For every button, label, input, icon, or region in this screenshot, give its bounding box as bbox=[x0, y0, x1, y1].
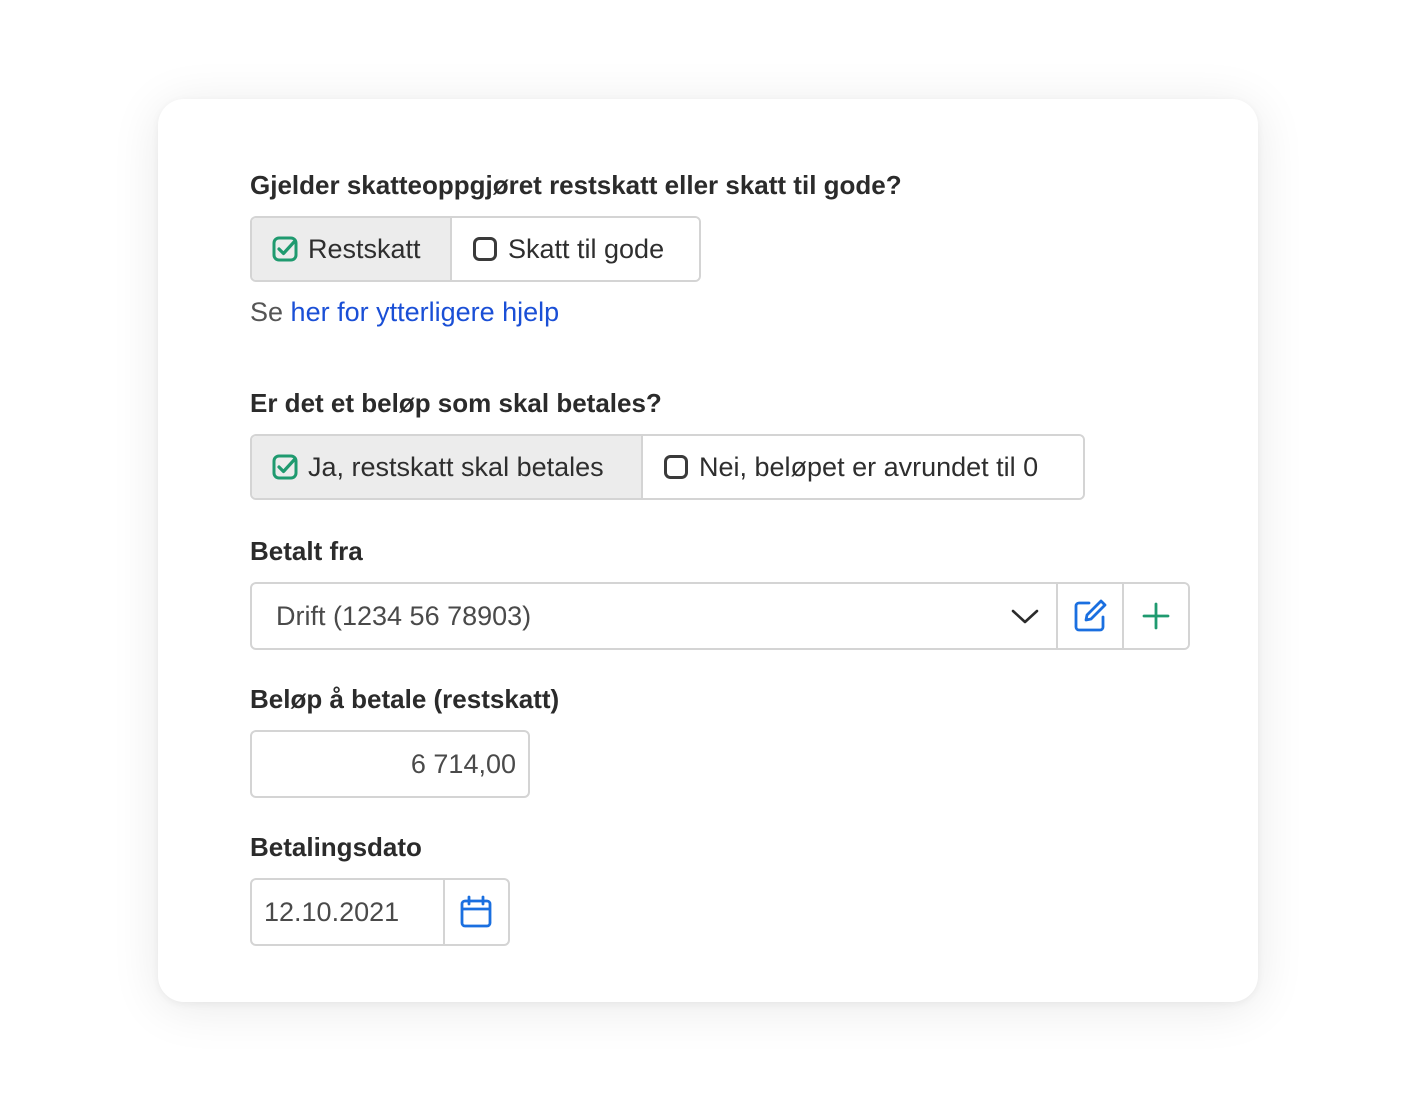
paid-from-label: Betalt fra bbox=[250, 536, 363, 566]
amount-input[interactable]: 6 714,00 bbox=[250, 730, 530, 798]
add-account-button[interactable] bbox=[1122, 584, 1188, 648]
account-select[interactable]: Drift (1234 56 78903) bbox=[252, 584, 1056, 648]
checkbox-checked-icon bbox=[272, 236, 298, 262]
help-text: Se her for ytterligere hjelp bbox=[250, 297, 559, 328]
amount-value: 6 714,00 bbox=[410, 748, 516, 779]
calendar-icon bbox=[459, 895, 493, 929]
checkbox-checked-icon bbox=[272, 454, 298, 480]
tax-type-question: Gjelder skatteoppgjøret restskatt eller … bbox=[250, 170, 902, 200]
help-prefix: Se bbox=[250, 297, 284, 327]
option-restskatt[interactable]: Restskatt bbox=[252, 218, 450, 280]
edit-account-button[interactable] bbox=[1056, 584, 1122, 648]
option-label: Nei, beløpet er avrundet til 0 bbox=[699, 451, 1039, 482]
form-card: Gjelder skatteoppgjøret restskatt eller … bbox=[158, 99, 1258, 1002]
option-skatt-til-gode[interactable]: Skatt til gode bbox=[450, 218, 699, 280]
account-select-value: Drift (1234 56 78903) bbox=[276, 600, 532, 631]
chevron-down-icon bbox=[1010, 606, 1040, 626]
option-label: Restskatt bbox=[308, 233, 421, 264]
option-label: Skatt til gode bbox=[508, 233, 665, 264]
checkbox-empty-icon bbox=[472, 236, 498, 262]
option-ja[interactable]: Ja, restskatt skal betales bbox=[252, 436, 641, 498]
payment-date-input[interactable]: 12.10.2021 bbox=[252, 880, 443, 944]
help-link[interactable]: her for ytterligere hjelp bbox=[291, 297, 560, 327]
payable-question: Er det et beløp som skal betales? bbox=[250, 388, 662, 418]
edit-icon bbox=[1072, 598, 1108, 634]
amount-label: Beløp å betale (restskatt) bbox=[250, 684, 560, 714]
paid-from-field: Drift (1234 56 78903) bbox=[250, 582, 1190, 650]
payment-date-value: 12.10.2021 bbox=[264, 896, 400, 927]
payment-date-field: 12.10.2021 bbox=[250, 878, 510, 946]
calendar-button[interactable] bbox=[442, 880, 508, 944]
tax-type-toggle: Restskatt Skatt til gode bbox=[250, 216, 701, 282]
option-nei[interactable]: Nei, beløpet er avrundet til 0 bbox=[641, 436, 1083, 498]
checkbox-empty-icon bbox=[663, 454, 689, 480]
plus-icon bbox=[1141, 601, 1171, 631]
payment-date-label: Betalingsdato bbox=[250, 832, 422, 862]
option-label: Ja, restskatt skal betales bbox=[308, 451, 604, 482]
payable-toggle: Ja, restskatt skal betales Nei, beløpet … bbox=[250, 434, 1085, 500]
